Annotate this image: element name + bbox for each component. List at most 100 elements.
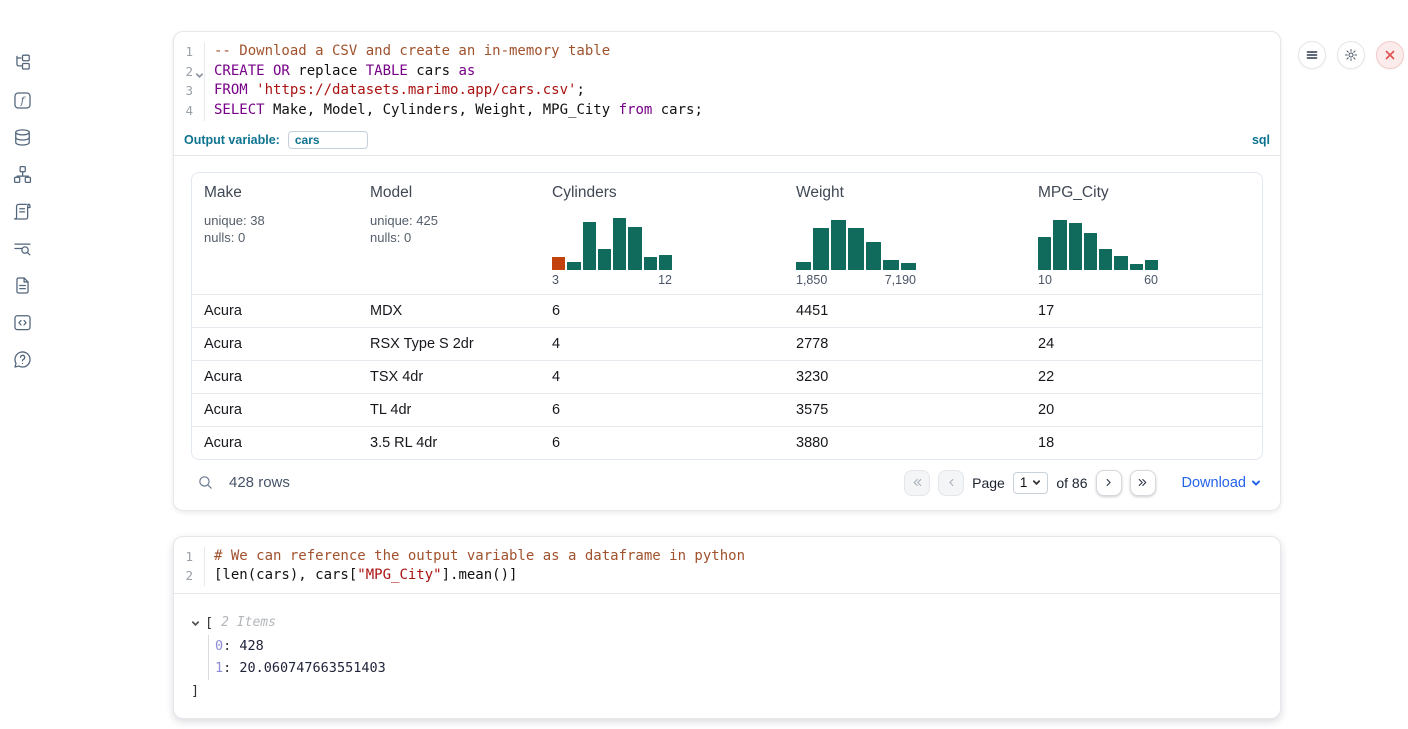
histogram-max-label: 60 bbox=[1144, 273, 1158, 287]
code-line[interactable]: SELECT Make, Model, Cylinders, Weight, M… bbox=[214, 101, 703, 121]
table-cell: 2778 bbox=[784, 336, 1026, 352]
tree-entry: 1: 20.060747663551403 bbox=[215, 657, 1263, 680]
database-icon[interactable] bbox=[12, 127, 32, 147]
histogram-bar[interactable] bbox=[848, 228, 863, 270]
document-icon[interactable] bbox=[12, 275, 32, 295]
chevron-right-icon bbox=[1102, 476, 1115, 489]
histogram-bar[interactable] bbox=[644, 257, 657, 270]
histogram-bar[interactable] bbox=[866, 242, 881, 270]
table-cell: 20 bbox=[1026, 402, 1262, 418]
histogram-bar[interactable] bbox=[883, 260, 898, 270]
menu-button[interactable] bbox=[1298, 41, 1326, 69]
histogram-bar[interactable] bbox=[1084, 233, 1097, 270]
histogram-bar[interactable] bbox=[901, 263, 916, 270]
column-histogram: 1,8507,190 bbox=[796, 210, 916, 287]
snippets-code-icon[interactable] bbox=[12, 312, 32, 332]
logs-search-icon[interactable] bbox=[12, 238, 32, 258]
search-icon[interactable] bbox=[197, 474, 214, 491]
histogram-bar[interactable] bbox=[813, 228, 828, 270]
column-header[interactable]: Modelunique: 425nulls: 0 bbox=[358, 173, 540, 294]
last-page-button[interactable] bbox=[1130, 470, 1156, 496]
column-histogram: 312 bbox=[552, 210, 672, 287]
scratchpad-scroll-icon[interactable] bbox=[12, 201, 32, 221]
column-label: Cylinders bbox=[552, 184, 772, 202]
output-variable-label: Output variable: bbox=[184, 133, 280, 147]
histogram-bar[interactable] bbox=[1114, 256, 1127, 270]
output-variable-input[interactable] bbox=[288, 131, 368, 149]
fold-chevron-icon[interactable] bbox=[194, 66, 204, 76]
histogram-bar[interactable] bbox=[831, 220, 846, 270]
line-number: 2 bbox=[174, 566, 204, 586]
histogram-bar[interactable] bbox=[1069, 223, 1082, 270]
table-footer: 428 rows Page 1 of 86 bbox=[191, 470, 1263, 498]
histogram-min-label: 1,850 bbox=[796, 273, 827, 287]
data-table: Make unique: 38nulls: 0 Modelunique: 425nu… bbox=[191, 172, 1263, 460]
table-cell: 22 bbox=[1026, 369, 1262, 385]
python-code-editor[interactable]: 12# We can reference the output variable… bbox=[174, 537, 1280, 594]
chevron-down-icon bbox=[1032, 478, 1041, 487]
column-label: Model bbox=[370, 184, 528, 202]
histogram-max-label: 12 bbox=[658, 273, 672, 287]
code-line[interactable]: FROM 'https://datasets.marimo.app/cars.c… bbox=[214, 81, 703, 101]
svg-text:f: f bbox=[19, 95, 26, 107]
histogram-bar[interactable] bbox=[598, 249, 611, 270]
histogram-bar[interactable] bbox=[659, 255, 672, 270]
code-line[interactable]: CREATE OR replace TABLE cars as bbox=[214, 62, 703, 82]
table-cell: 4 bbox=[540, 336, 784, 352]
function-icon[interactable]: f bbox=[12, 90, 32, 110]
table-row: AcuraMDX6445117 bbox=[192, 294, 1262, 327]
download-button[interactable]: Download bbox=[1182, 475, 1262, 491]
close-button[interactable] bbox=[1376, 41, 1404, 69]
table-cell: 6 bbox=[540, 303, 784, 319]
next-page-button[interactable] bbox=[1096, 470, 1122, 496]
settings-button[interactable] bbox=[1337, 41, 1365, 69]
language-badge: sql bbox=[1252, 133, 1270, 147]
column-header[interactable]: MPG_City1060 bbox=[1026, 173, 1262, 294]
histogram-bar[interactable] bbox=[1145, 260, 1158, 270]
histogram-bar[interactable] bbox=[567, 262, 580, 270]
page-label: Page bbox=[972, 475, 1005, 491]
code-line[interactable]: # We can reference the output variable a… bbox=[214, 547, 745, 567]
column-header[interactable]: Weight1,8507,190 bbox=[784, 173, 1026, 294]
tree-entry: 0: 428 bbox=[215, 635, 1263, 658]
download-label: Download bbox=[1182, 475, 1247, 491]
top-right-controls bbox=[1298, 41, 1404, 69]
histogram-bar[interactable] bbox=[1038, 237, 1051, 270]
histogram-bar[interactable] bbox=[796, 262, 811, 270]
code-line[interactable]: -- Download a CSV and create an in-memor… bbox=[214, 42, 703, 62]
histogram-bar[interactable] bbox=[1130, 264, 1143, 270]
sql-code-editor[interactable]: 1234-- Download a CSV and create an in-m… bbox=[174, 32, 1280, 128]
hamburger-menu-icon bbox=[1305, 48, 1319, 62]
tree-children: 0: 4281: 20.060747663551403 bbox=[208, 635, 1263, 680]
column-header[interactable]: Make unique: 38nulls: 0 bbox=[192, 173, 358, 294]
column-summary: unique: 38nulls: 0 bbox=[204, 212, 346, 246]
code-line[interactable]: [len(cars), cars["MPG_City"].mean()] bbox=[214, 566, 745, 586]
table-cell: 6 bbox=[540, 402, 784, 418]
collapse-chevron-icon[interactable] bbox=[191, 619, 205, 628]
help-question-bubble-icon[interactable] bbox=[12, 349, 32, 369]
dependency-graph-icon[interactable] bbox=[12, 164, 32, 184]
table-cell: 24 bbox=[1026, 336, 1262, 352]
histogram-bar[interactable] bbox=[1053, 220, 1066, 270]
histogram-bar[interactable] bbox=[1099, 249, 1112, 270]
file-tree-icon[interactable] bbox=[12, 53, 32, 73]
histogram-bar[interactable] bbox=[583, 222, 596, 270]
column-label: Make bbox=[204, 184, 346, 202]
histogram-bar[interactable] bbox=[613, 218, 626, 270]
table-cell: Acura bbox=[192, 435, 358, 451]
column-header[interactable]: Cylinders 312 bbox=[540, 173, 784, 294]
histogram-bar[interactable] bbox=[552, 257, 565, 270]
first-page-button[interactable] bbox=[904, 470, 930, 496]
table-cell: 18 bbox=[1026, 435, 1262, 451]
page-select[interactable]: 1 bbox=[1013, 472, 1049, 494]
page-select-value: 1 bbox=[1020, 475, 1028, 490]
prev-page-button[interactable] bbox=[938, 470, 964, 496]
close-x-icon bbox=[1383, 48, 1397, 62]
sql-cell: 1234-- Download a CSV and create an in-m… bbox=[173, 31, 1281, 511]
histogram-bar[interactable] bbox=[628, 227, 641, 270]
line-number: 2 bbox=[174, 62, 204, 82]
chevron-left-icon bbox=[945, 476, 958, 489]
table-cell: TL 4dr bbox=[358, 402, 540, 418]
pagination: Page 1 of 86 Download bbox=[904, 470, 1261, 496]
table-cell: Acura bbox=[192, 402, 358, 418]
